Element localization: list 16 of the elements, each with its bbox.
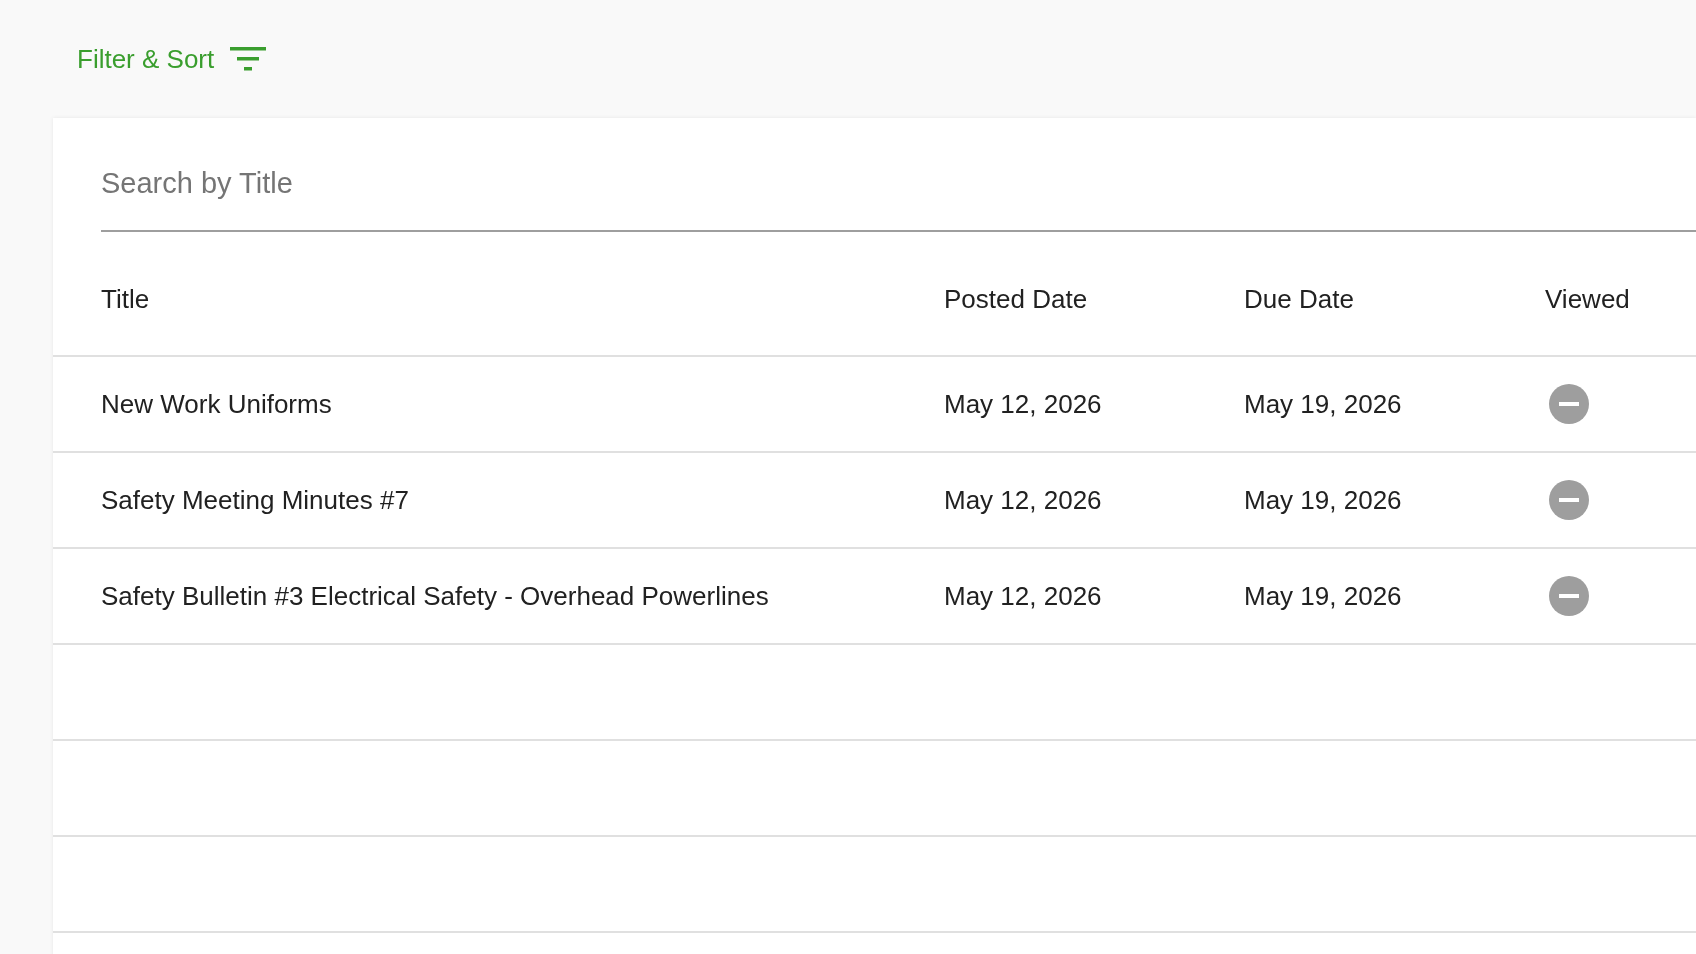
column-header: Posted Date bbox=[944, 284, 1088, 314]
column-header: Viewed bbox=[1545, 284, 1630, 314]
table-cell: New Work Uniforms bbox=[101, 388, 332, 419]
table-cell: Safety Bulletin #3 Electrical Safety - Overhead Powerlines bbox=[101, 580, 769, 611]
filter-icon bbox=[230, 46, 267, 72]
table-cell: May 12, 2026 bbox=[944, 580, 1102, 611]
table-cell: May 12, 2026 bbox=[944, 484, 1102, 515]
table-cell: May 19, 2026 bbox=[1244, 484, 1402, 515]
table-cell: Safety Meeting Minutes #7 bbox=[101, 484, 409, 515]
table-cell: May 19, 2026 bbox=[1244, 388, 1402, 419]
column-header: Title bbox=[101, 284, 150, 314]
table-cell: May 12, 2026 bbox=[944, 388, 1102, 419]
search-field[interactable]: Search by Title bbox=[101, 118, 1696, 232]
column-header: Due Date bbox=[1244, 284, 1354, 314]
filter-sort-button[interactable]: Filter & Sort bbox=[77, 43, 267, 75]
table-cell: May 19, 2026 bbox=[1244, 580, 1402, 611]
